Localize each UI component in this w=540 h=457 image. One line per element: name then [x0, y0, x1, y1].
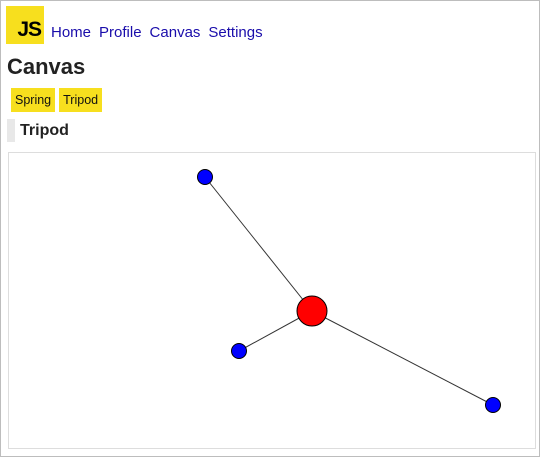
graph-leaf-node[interactable]	[231, 343, 247, 359]
graph-leaf-node[interactable]	[485, 397, 501, 413]
nav-link-settings[interactable]: Settings	[208, 24, 262, 41]
nav-link-profile[interactable]: Profile	[99, 24, 142, 41]
nav-link-canvas[interactable]: Canvas	[150, 24, 201, 41]
graph-leaf-node[interactable]	[197, 169, 213, 185]
graph-edge	[204, 176, 313, 312]
tab-spring[interactable]: Spring	[11, 88, 56, 112]
canvas-tabs: Spring Tripod	[11, 88, 106, 112]
graph-svg	[197, 169, 501, 413]
js-logo[interactable]: JS	[6, 6, 44, 44]
page-title: Canvas	[7, 54, 86, 79]
main-nav: Home Profile Canvas Settings	[51, 24, 271, 41]
graph-edge	[311, 310, 494, 406]
section-heading: Tripod	[7, 119, 69, 142]
graph-canvas[interactable]	[8, 152, 536, 449]
top-bar: JS Home Profile Canvas Settings	[6, 6, 271, 44]
nav-link-home[interactable]: Home	[51, 24, 91, 41]
js-logo-text: JS	[17, 18, 42, 41]
graph-center-node[interactable]	[296, 295, 328, 327]
tab-tripod[interactable]: Tripod	[59, 88, 103, 112]
